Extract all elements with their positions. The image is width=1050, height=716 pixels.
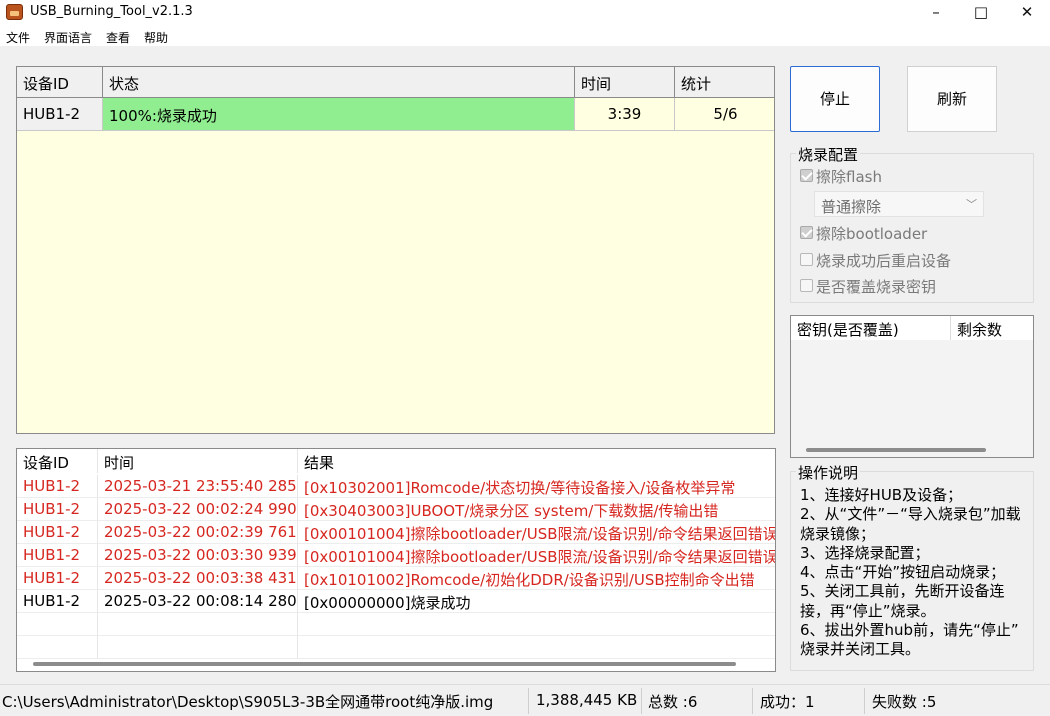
close-button[interactable]: ✕ <box>1004 0 1050 25</box>
column-header-status[interactable]: 状态 <box>103 67 575 98</box>
close-icon: ✕ <box>1020 3 1034 21</box>
erase-flash-label: 擦除flash <box>816 168 882 186</box>
erase-mode-value: 普通擦除 <box>821 198 882 216</box>
instruction-line: 接，再“停止”烧录。 <box>800 601 936 620</box>
erase-mode-select[interactable]: 普通擦除 ﹀ <box>814 191 984 217</box>
log-row-time[interactable]: 2025-03-22 00:03:38 431 <box>98 567 298 590</box>
log-row-id[interactable]: HUB1-2 <box>17 567 98 590</box>
log-row-empty-cell[interactable] <box>98 636 298 659</box>
instruction-line: 5、关闭工具前，先断开设备连 <box>800 582 1005 601</box>
key-table-scrollbar[interactable] <box>806 448 986 452</box>
log-row-result[interactable]: [0x30403003]UBOOT/烧录分区 system/下载数据/传输出错 <box>298 498 775 521</box>
column-header-time[interactable]: 时间 <box>575 67 675 98</box>
log-header-result[interactable]: 结果 <box>298 449 775 473</box>
log-header-device-id[interactable]: 设备ID <box>17 449 98 473</box>
instruction-line: 4、点击“开始”按钮启动烧录； <box>800 563 1006 582</box>
checkbox-checked-icon <box>800 226 813 239</box>
log-header-time[interactable]: 时间 <box>98 449 298 473</box>
overwrite-key-label: 是否覆盖烧录密钥 <box>816 278 937 296</box>
log-row-empty-cell[interactable] <box>98 613 298 636</box>
menu-view[interactable]: 查看 <box>106 29 130 46</box>
menu-bar: 文件 界面语言 查看 帮助 <box>0 25 1050 47</box>
column-header-key[interactable]: 密钥(是否覆盖) <box>791 316 951 340</box>
log-row-time[interactable]: 2025-03-22 00:08:14 280 <box>98 590 298 613</box>
log-row-empty-cell[interactable] <box>17 636 98 659</box>
burn-config-title: 烧录配置 <box>796 144 861 165</box>
title-bar: USB_Burning_Tool_v2.1.3 – □ ✕ <box>0 0 1050 25</box>
column-header-stats[interactable]: 统计 <box>675 67 774 98</box>
log-row-id[interactable]: HUB1-2 <box>17 475 98 498</box>
erase-bootloader-label: 擦除bootloader <box>816 225 928 243</box>
maximize-button[interactable]: □ <box>958 0 1004 25</box>
status-divider <box>864 688 865 714</box>
device-row-id[interactable]: HUB1-2 <box>17 98 103 131</box>
maximize-icon: □ <box>973 3 989 21</box>
checkbox-icon <box>800 253 813 266</box>
log-row-time[interactable]: 2025-03-22 00:02:39 761 <box>98 521 298 544</box>
log-row-result[interactable]: [0x00101004]擦除bootloader/USB限流/设备识别/命令结果… <box>298 521 775 544</box>
log-row-id[interactable]: HUB1-2 <box>17 590 98 613</box>
instruction-line: 烧录并关闭工具。 <box>800 640 921 659</box>
log-row-id[interactable]: HUB1-2 <box>17 544 98 567</box>
status-divider <box>528 688 529 714</box>
log-row-result[interactable]: [0x00101004]擦除bootloader/USB限流/设备识别/命令结果… <box>298 544 775 567</box>
device-row-status[interactable]: 100%:烧录成功 <box>103 98 575 131</box>
log-row-id[interactable]: HUB1-2 <box>17 498 98 521</box>
instructions-text: 1、连接好HUB及设备； 2、从“文件”－“导入烧录包”加载 烧录镜像； 3、选择烧录… <box>800 486 1032 660</box>
log-row-empty-cell[interactable] <box>298 613 775 636</box>
log-row-result[interactable]: [0x10302001]Romcode/状态切换/等待设备接入/设备枚举异常 <box>298 475 775 498</box>
status-total: 总数 :6 <box>648 693 698 711</box>
device-table[interactable]: 设备ID 状态 时间 统计 HUB1-2 100%:烧录成功 3:39 5/6 <box>16 66 775 434</box>
log-row-empty-cell[interactable] <box>298 636 775 659</box>
menu-file[interactable]: 文件 <box>6 29 30 46</box>
status-success: 成功：1 <box>760 693 815 711</box>
app-icon <box>6 4 23 20</box>
menu-language[interactable]: 界面语言 <box>44 29 92 46</box>
log-row-time[interactable]: 2025-03-22 00:02:24 990 <box>98 498 298 521</box>
column-header-remaining[interactable]: 剩余数 <box>951 316 1033 340</box>
log-table[interactable]: 设备ID 时间 结果 HUB1-2 2025-03-21 23:55:40 285… <box>16 448 776 672</box>
log-table-scrollbar[interactable] <box>33 662 736 666</box>
status-image-path: C:\Users\Administrator\Desktop\S905L3-3B… <box>2 693 494 711</box>
log-row-result[interactable]: [0x10101002]Romcode/初始化DDR/设备识别/USB控制命令出… <box>298 567 775 590</box>
status-divider <box>752 688 753 714</box>
instruction-line: 6、拔出外置hub前，请先“停止” <box>800 621 1019 640</box>
status-failures: 失败数 :5 <box>872 693 937 711</box>
chevron-down-icon: ﹀ <box>966 198 977 211</box>
minimize-icon: – <box>932 3 940 21</box>
instruction-line: 3、选择烧录配置； <box>800 543 930 562</box>
key-table[interactable]: 密钥(是否覆盖) 剩余数 <box>790 315 1034 458</box>
instructions-title: 操作说明 <box>796 462 861 483</box>
window-title: USB_Burning_Tool_v2.1.3 <box>30 4 193 19</box>
status-file-size: 1,388,445 KB <box>536 691 638 709</box>
menu-help[interactable]: 帮助 <box>144 29 168 46</box>
stop-button[interactable]: 停止 <box>790 66 880 132</box>
checkbox-checked-icon <box>800 169 813 182</box>
status-divider <box>641 688 642 714</box>
column-header-device-id[interactable]: 设备ID <box>17 67 103 98</box>
instruction-line: 烧录镜像； <box>800 524 876 543</box>
log-row-result[interactable]: [0x00000000]烧录成功 <box>298 590 775 613</box>
status-bar: C:\Users\Administrator\Desktop\S905L3-3B… <box>0 684 1050 716</box>
checkbox-icon <box>800 279 813 292</box>
device-row-time: 3:39 <box>575 98 675 131</box>
instruction-line: 2、从“文件”－“导入烧录包”加载 <box>800 505 1021 524</box>
reboot-after-success-label: 烧录成功后重启设备 <box>816 252 952 270</box>
log-row-id[interactable]: HUB1-2 <box>17 521 98 544</box>
key-table-body <box>791 340 1033 457</box>
minimize-button[interactable]: – <box>913 0 959 25</box>
device-row-stats: 5/6 <box>675 98 774 131</box>
refresh-button[interactable]: 刷新 <box>907 66 997 132</box>
log-row-empty-cell[interactable] <box>17 613 98 636</box>
log-row-time[interactable]: 2025-03-22 00:03:30 939 <box>98 544 298 567</box>
instruction-line: 1、连接好HUB及设备； <box>800 486 963 504</box>
log-row-time[interactable]: 2025-03-21 23:55:40 285 <box>98 475 298 498</box>
